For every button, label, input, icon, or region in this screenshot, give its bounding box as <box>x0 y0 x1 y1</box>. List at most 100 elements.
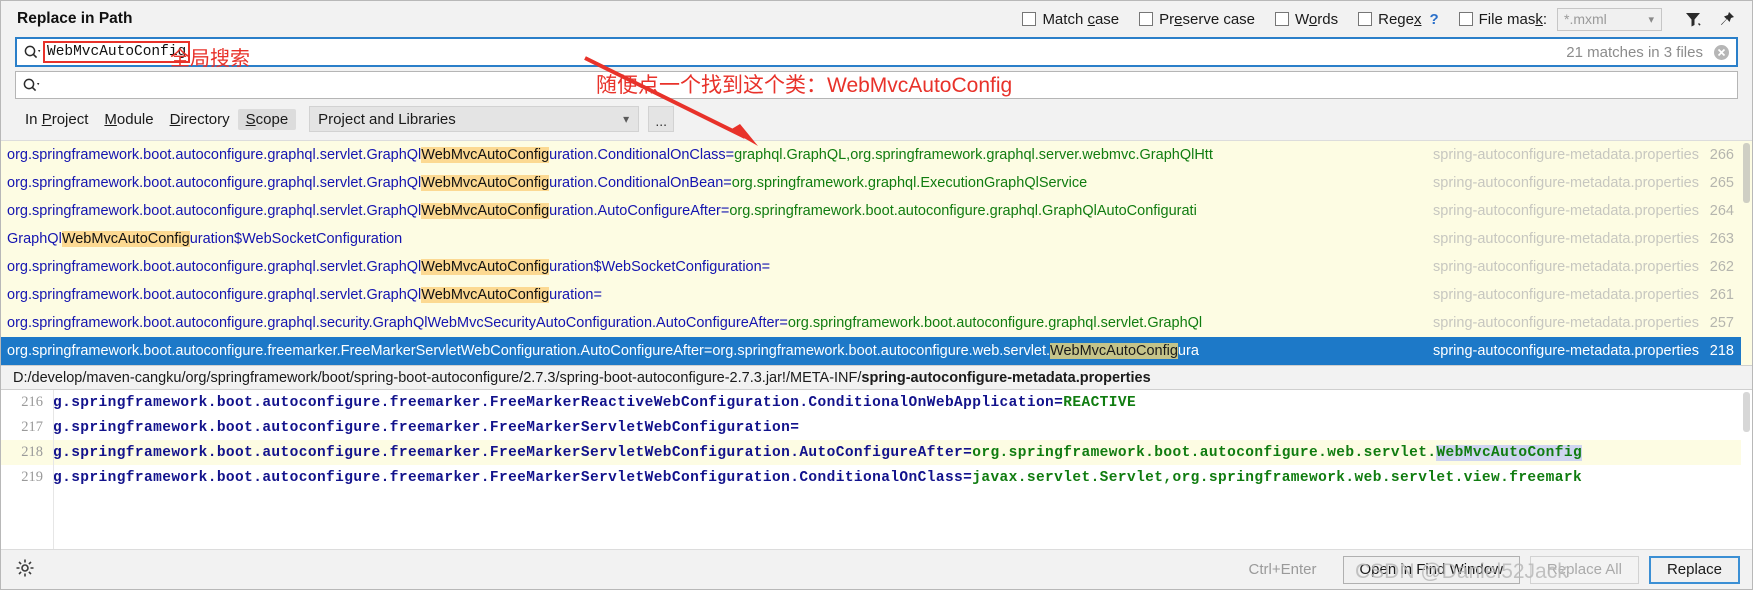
result-text: org.springframework.boot.autoconfigure.g… <box>7 287 602 303</box>
result-meta: spring-autoconfigure-metadata.properties… <box>1433 147 1750 163</box>
match-case-checkbox[interactable] <box>1022 12 1037 26</box>
result-line-number: 262 <box>1709 259 1734 275</box>
result-meta: spring-autoconfigure-metadata.properties… <box>1433 203 1750 219</box>
preview-scrollbar-thumb[interactable] <box>1743 392 1750 432</box>
replace-search-icon[interactable] <box>20 75 42 95</box>
scope-more-button[interactable]: ... <box>648 106 675 132</box>
result-meta: spring-autoconfigure-metadata.properties… <box>1433 315 1750 331</box>
result-file-name: spring-autoconfigure-metadata.properties <box>1433 343 1699 359</box>
file-mask-value: *.mxml <box>1564 11 1607 27</box>
preview-scrollbar[interactable] <box>1741 390 1752 549</box>
gutter-divider <box>53 390 54 549</box>
shortcut-hint: Ctrl+Enter <box>1248 561 1317 578</box>
result-line-number: 266 <box>1709 147 1734 163</box>
preserve-case-checkbox[interactable] <box>1139 12 1154 26</box>
gear-icon[interactable] <box>15 558 35 582</box>
open-in-find-window-button[interactable]: Open in Find Window <box>1342 555 1520 584</box>
result-line-number: 261 <box>1709 287 1734 303</box>
preserve-case-option[interactable]: Preserve case <box>1139 11 1255 28</box>
code-line-text: g.springframework.boot.autoconfigure.fre… <box>53 419 800 436</box>
scope-tabs: In Project Module Directory Scope <box>17 108 297 130</box>
regex-checkbox[interactable] <box>1358 12 1373 26</box>
search-field-wrap: WebMvcAutoConfig 21 matches in 3 files <box>1 37 1752 99</box>
result-line-number: 265 <box>1709 175 1734 191</box>
file-path-prefix: D:/develop/maven-cangku/org/springframew… <box>13 369 862 386</box>
result-meta: spring-autoconfigure-metadata.properties… <box>1433 231 1750 247</box>
clear-icon[interactable] <box>1713 44 1730 61</box>
table-row[interactable]: org.springframework.boot.autoconfigure.g… <box>1 169 1752 197</box>
result-file-name: spring-autoconfigure-metadata.properties <box>1433 315 1699 331</box>
result-file-name: spring-autoconfigure-metadata.properties <box>1433 231 1699 247</box>
result-file-name: spring-autoconfigure-metadata.properties <box>1433 175 1699 191</box>
code-line-number: 216 <box>21 394 43 410</box>
result-text: org.springframework.boot.autoconfigure.g… <box>7 259 771 275</box>
result-line-number: 218 <box>1709 343 1734 359</box>
replace-button[interactable]: Replace <box>1648 555 1740 584</box>
result-meta: spring-autoconfigure-metadata.properties… <box>1433 175 1750 191</box>
search-field[interactable]: WebMvcAutoConfig 21 matches in 3 files <box>15 37 1738 67</box>
table-row[interactable]: org.springframework.boot.autoconfigure.g… <box>1 141 1752 169</box>
table-row[interactable]: org.springframework.boot.autoconfigure.g… <box>1 281 1752 309</box>
dialog-footer: Ctrl+Enter Open in Find Window Replace A… <box>1 549 1752 589</box>
file-mask-option[interactable]: File mask: *.mxml ▾ <box>1458 7 1662 31</box>
result-line-number: 263 <box>1709 231 1734 247</box>
file-mask-label: File mask: <box>1478 10 1547 28</box>
search-icon[interactable] <box>21 42 43 62</box>
page-title: Replace in Path <box>17 10 133 27</box>
pin-icon[interactable] <box>1718 10 1736 28</box>
file-mask-select[interactable]: *.mxml ▾ <box>1557 7 1662 31</box>
code-line-text: g.springframework.boot.autoconfigure.fre… <box>53 444 1583 461</box>
header-icon-group <box>1684 10 1738 28</box>
scope-tab-scope[interactable]: Scope <box>237 108 297 130</box>
table-row[interactable]: org.springframework.boot.autoconfigure.g… <box>1 309 1752 337</box>
result-text: org.springframework.boot.autoconfigure.f… <box>7 343 1199 359</box>
table-row[interactable]: GraphQlWebMvcAutoConfiguration$WebSocket… <box>1 225 1752 253</box>
scope-tab-directory[interactable]: Directory <box>162 109 238 130</box>
replace-all-button[interactable]: Replace All <box>1529 555 1639 584</box>
regex-help-icon[interactable]: ? <box>1429 11 1438 28</box>
result-text: org.springframework.boot.autoconfigure.g… <box>7 315 1203 331</box>
replace-in-path-dialog: Replace in Path Match case Preserve case… <box>0 0 1753 590</box>
words-label: Words <box>1295 10 1339 28</box>
file-path-bar: D:/develop/maven-cangku/org/springframew… <box>1 365 1752 390</box>
result-text: org.springframework.boot.autoconfigure.g… <box>7 147 1213 163</box>
result-text: org.springframework.boot.autoconfigure.g… <box>7 203 1197 219</box>
search-options: Match case Preserve case Words Regex ? F… <box>1022 7 1662 31</box>
search-results-list[interactable]: org.springframework.boot.autoconfigure.g… <box>1 140 1752 365</box>
scope-tab-module[interactable]: Module <box>96 109 161 130</box>
code-line-text: g.springframework.boot.autoconfigure.fre… <box>53 469 1583 486</box>
words-checkbox[interactable] <box>1275 12 1290 26</box>
code-line[interactable]: 216 g.springframework.boot.autoconfigure.… <box>1 390 1752 415</box>
code-line[interactable]: 218 g.springframework.boot.autoconfigure.… <box>1 440 1752 465</box>
results-scrollbar-thumb[interactable] <box>1743 143 1750 203</box>
result-line-number: 264 <box>1709 203 1734 219</box>
match-case-option[interactable]: Match case <box>1022 11 1119 28</box>
scope-tab-in-project[interactable]: In Project <box>17 109 96 130</box>
result-text: org.springframework.boot.autoconfigure.g… <box>7 175 1088 191</box>
table-row[interactable]: org.springframework.boot.autoconfigure.g… <box>1 197 1752 225</box>
dialog-header: Replace in Path Match case Preserve case… <box>1 1 1752 37</box>
result-line-number: 257 <box>1709 315 1734 331</box>
result-file-name: spring-autoconfigure-metadata.properties <box>1433 287 1699 303</box>
file-mask-checkbox[interactable] <box>1458 12 1473 26</box>
result-file-name: spring-autoconfigure-metadata.properties <box>1433 203 1699 219</box>
scope-select-value: Project and Libraries <box>318 110 456 128</box>
code-line[interactable]: 217 g.springframework.boot.autoconfigure.… <box>1 415 1752 440</box>
scope-select[interactable]: Project and Libraries ▾ <box>309 106 640 132</box>
code-line[interactable]: 219 g.springframework.boot.autoconfigure.… <box>1 465 1752 490</box>
filter-icon[interactable] <box>1684 10 1702 28</box>
chevron-down-icon: ▾ <box>1648 13 1654 26</box>
code-line-number: 217 <box>21 419 43 435</box>
words-option[interactable]: Words <box>1275 11 1338 28</box>
results-scrollbar[interactable] <box>1741 141 1752 365</box>
result-meta: spring-autoconfigure-metadata.properties… <box>1433 259 1750 275</box>
code-preview[interactable]: 216 g.springframework.boot.autoconfigure.… <box>1 390 1752 549</box>
search-input[interactable]: WebMvcAutoConfig <box>43 41 191 63</box>
scope-bar: In Project Module Directory Scope Projec… <box>1 99 1752 140</box>
result-file-name: spring-autoconfigure-metadata.properties <box>1433 147 1699 163</box>
table-row[interactable]: org.springframework.boot.autoconfigure.g… <box>1 253 1752 281</box>
regex-option[interactable]: Regex ? <box>1358 11 1439 28</box>
replace-field[interactable] <box>15 71 1738 99</box>
match-count-label: 21 matches in 3 files <box>1566 43 1703 61</box>
table-row[interactable]: org.springframework.boot.autoconfigure.f… <box>1 337 1752 365</box>
